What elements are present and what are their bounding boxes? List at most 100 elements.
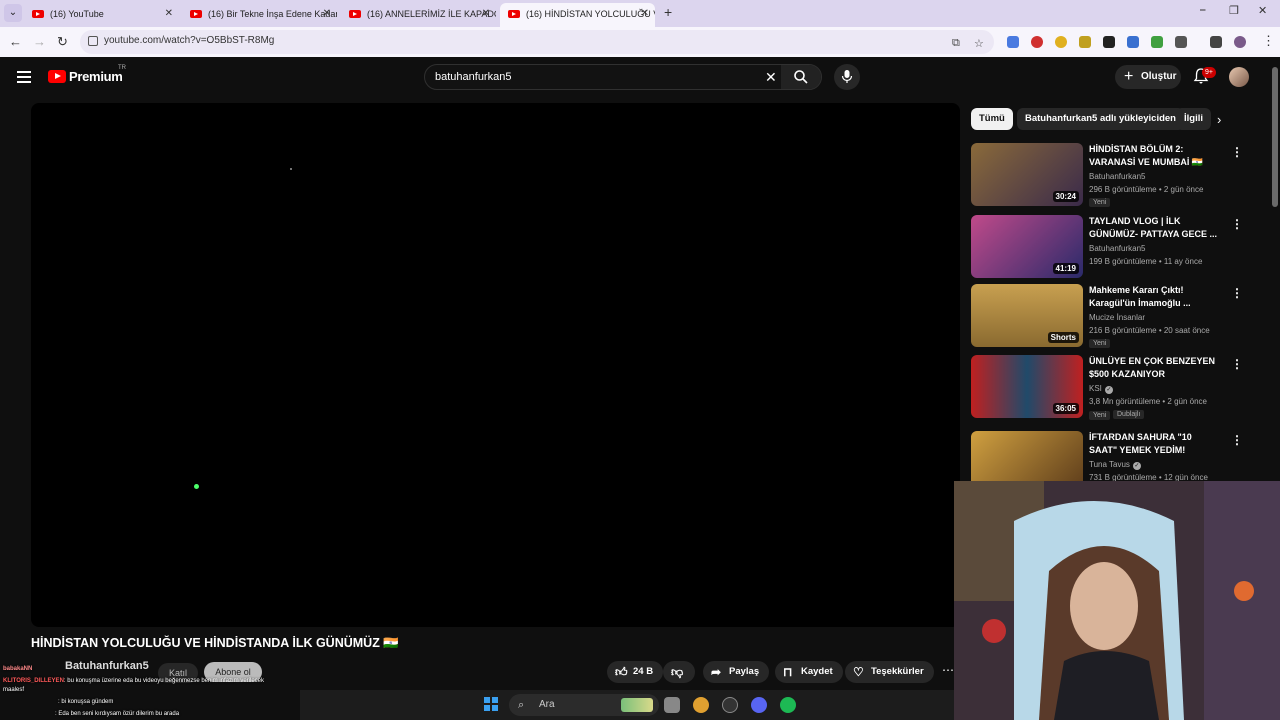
chrome-icon[interactable]	[693, 697, 709, 713]
video-thumbnail[interactable]: 41:19	[971, 215, 1083, 278]
video-thumbnail[interactable]: 30:24	[971, 143, 1083, 206]
task-view-icon[interactable]	[664, 697, 680, 713]
share-button[interactable]: ➦ Paylaş	[703, 661, 770, 683]
related-video-channel[interactable]: Batuhanfurkan5	[1089, 172, 1146, 181]
like-button[interactable]: 👍︎ 24 B	[607, 661, 664, 683]
video-title: HİNDİSTAN YOLCULUĞU VE HİNDİSTANDA İLK G…	[31, 636, 399, 650]
chevron-right-icon[interactable]: ›	[1217, 112, 1221, 127]
extension-icon[interactable]	[1103, 36, 1115, 48]
thanks-label: Teşekkürler	[871, 666, 924, 677]
country-code: TR	[118, 65, 126, 71]
address-bar[interactable]: youtube.com/watch?v=O5BbST-R8Mg ⧉ ☆	[80, 30, 994, 54]
extension-icon[interactable]	[1055, 36, 1067, 48]
chat-text: : bu konuşma üzerine eda bu videoyu beğe…	[63, 678, 265, 684]
related-video[interactable]: 36:05 ÜNLÜYE EN ÇOK BENZEYEN $500 KAZANI…	[971, 355, 1246, 420]
chat-message: KLITORIS_DILLEYEN: bu konuşma üzerine ed…	[3, 677, 264, 685]
chip-all[interactable]: Tümü	[971, 108, 1013, 130]
video-player[interactable]	[31, 103, 960, 627]
video-frame-dot	[194, 484, 199, 489]
more-options-icon[interactable]: ⋮	[1231, 217, 1243, 231]
more-options-icon[interactable]: ⋮	[1231, 145, 1243, 159]
maximize-icon[interactable]: ❐	[1229, 4, 1239, 17]
reload-icon[interactable]: ↻	[57, 34, 68, 50]
puzzle-icon[interactable]	[1175, 36, 1187, 48]
obs-icon[interactable]	[722, 697, 738, 713]
windows-start-icon[interactable]	[484, 697, 498, 711]
page-scrollbar[interactable]	[1270, 57, 1280, 481]
browser-tab-2[interactable]: (16) Bir Tekne İnşa Edene Kadar ✕	[182, 3, 337, 25]
notification-count-badge: 9+	[1202, 67, 1216, 78]
account-avatar[interactable]	[1229, 67, 1249, 87]
create-button[interactable]: + Oluştur	[1115, 65, 1181, 89]
webcam-image	[954, 481, 1280, 720]
install-app-icon[interactable]: ⧉	[952, 37, 960, 50]
close-tab-icon[interactable]: ✕	[323, 3, 331, 25]
media-icon[interactable]	[1210, 36, 1222, 48]
video-thumbnail[interactable]: Shorts	[971, 284, 1083, 347]
close-window-icon[interactable]: ✕	[1258, 4, 1267, 17]
related-video-meta: 731 B görüntüleme • 12 gün önce	[1089, 473, 1208, 481]
back-icon[interactable]: ←	[9, 34, 22, 49]
browser-tab-active[interactable]: (16) HİNDİSTAN YOLCULUĞU VE ✕	[500, 3, 655, 27]
profile-icon[interactable]	[1234, 36, 1246, 48]
more-actions-icon[interactable]: ⋯	[942, 663, 954, 677]
related-video[interactable]: 30:24 HİNDİSTAN BÖLÜM 2: VARANASİ VE MUM…	[971, 143, 1246, 207]
related-video-channel[interactable]: Mucize İnsanlar	[1089, 313, 1145, 322]
thumbs-up-icon: 👍︎	[615, 665, 628, 679]
related-video-title[interactable]: TAYLAND VLOG | İLK GÜNÜMÜZ- PATTAYA GECE…	[1089, 215, 1219, 241]
youtube-favicon-icon	[349, 10, 361, 18]
spotify-icon[interactable]	[780, 697, 796, 713]
close-tab-icon[interactable]: ✕	[641, 3, 649, 25]
more-options-icon[interactable]: ⋮	[1231, 357, 1243, 371]
browser-tab-3[interactable]: (16) ANNELERİMİZ İLE KAPADOKYA ✕	[341, 3, 496, 25]
search-button[interactable]	[781, 65, 821, 89]
close-tab-icon[interactable]: ✕	[165, 3, 173, 25]
clear-search-icon[interactable]: ✕	[765, 69, 777, 86]
chip-related[interactable]: İlgili	[1176, 108, 1211, 130]
forward-icon[interactable]: →	[33, 34, 46, 49]
related-video-meta: 216 B görüntüleme • 20 saat önce	[1089, 326, 1210, 335]
voice-search-button[interactable]	[834, 64, 860, 90]
related-video-title[interactable]: İFTARDAN SAHURA "10 SAAT" YEMEK YEDİM!	[1089, 431, 1219, 457]
related-video[interactable]: Shorts Mahkeme Kararı Çıktı! Karagül'ün …	[971, 284, 1246, 348]
extension-icon[interactable]	[1079, 36, 1091, 48]
menu-kebab-icon[interactable]: ⋮	[1262, 33, 1275, 49]
bookmark-star-icon[interactable]: ☆	[974, 37, 984, 50]
chip-from-uploader[interactable]: Batuhanfurkan5 adlı yükleyiciden	[1017, 108, 1184, 130]
dislike-button[interactable]: 👎︎	[663, 661, 695, 683]
extension-icon[interactable]	[1031, 36, 1043, 48]
extension-icon[interactable]	[1151, 36, 1163, 48]
translate-extension-icon[interactable]	[1007, 36, 1019, 48]
close-tab-icon[interactable]: ✕	[482, 3, 490, 25]
related-video[interactable]: İFTARDAN SAHURA "10 SAAT" YEMEK YEDİM! T…	[971, 431, 1246, 481]
extension-icon[interactable]	[1127, 36, 1139, 48]
more-options-icon[interactable]: ⋮	[1231, 433, 1243, 447]
browser-toolbar: ← → ↻ youtube.com/watch?v=O5BbST-R8Mg ⧉ …	[0, 27, 1280, 57]
related-video-channel[interactable]: Batuhanfurkan5	[1089, 244, 1146, 253]
thanks-heart-icon: ♡	[853, 665, 864, 679]
tab-search-button[interactable]: ⌄	[4, 4, 22, 22]
more-options-icon[interactable]: ⋮	[1231, 286, 1243, 300]
taskbar-search[interactable]: ⌕ Ara	[509, 694, 659, 716]
save-button[interactable]: ⊓ Kaydet	[775, 661, 843, 683]
related-video-title[interactable]: ÜNLÜYE EN ÇOK BENZEYEN $500 KAZANIYOR	[1089, 355, 1219, 381]
discord-icon[interactable]	[751, 697, 767, 713]
video-thumbnail[interactable]	[971, 431, 1083, 481]
related-video-title[interactable]: Mahkeme Kararı Çıktı! Karagül'ün İmamoğl…	[1089, 284, 1219, 310]
related-video-channel[interactable]: KSI ✓	[1089, 384, 1113, 394]
minimize-icon[interactable]: ⎯	[1200, 4, 1206, 17]
scrollbar-thumb[interactable]	[1272, 67, 1278, 207]
search-box[interactable]: batuhanfurkan5 ✕	[424, 64, 822, 90]
related-video[interactable]: 41:19 TAYLAND VLOG | İLK GÜNÜMÜZ- PATTAY…	[971, 215, 1246, 279]
new-badge: Yeni	[1089, 198, 1111, 207]
related-video-channel[interactable]: Tuna Tavus ✓	[1089, 460, 1141, 470]
related-video-title[interactable]: HİNDİSTAN BÖLÜM 2: VARANASİ VE MUMBAİ 🇮🇳	[1089, 143, 1219, 169]
new-tab-button[interactable]: +	[664, 4, 672, 20]
thanks-button[interactable]: ♡ Teşekkürler	[845, 661, 934, 683]
channel-name[interactable]: Batuhanfurkan5	[65, 660, 149, 672]
video-thumbnail[interactable]: 36:05	[971, 355, 1083, 418]
browser-tab-1[interactable]: (16) YouTube ✕	[24, 3, 179, 25]
search-input[interactable]: batuhanfurkan5	[435, 71, 511, 83]
site-info-icon[interactable]	[88, 36, 98, 46]
hamburger-menu-icon[interactable]	[17, 71, 31, 83]
